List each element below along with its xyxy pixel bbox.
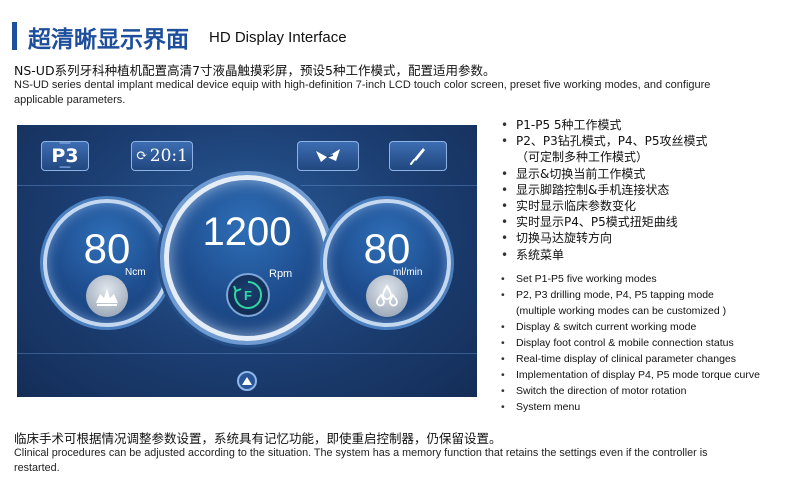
list-item: 实时显示临床参数变化 [500,198,708,214]
list-item: P1-P5 5种工作模式 [500,117,708,133]
list-item: （可定制多种工作模式） [516,150,649,165]
gear-ratio-button[interactable]: ⟳ 20:1 [131,141,193,171]
list-item: 显示脚踏控制&手机连接状态 [500,182,708,198]
list-item: (multiple working modes can be customize… [516,305,727,317]
page-title: 超清晰显示界面 [28,27,189,53]
list-item: Switch the direction of motor rotation [500,383,760,399]
list-item: Real-time display of clinical parameter … [500,351,760,367]
forward-rotation-icon[interactable]: F [226,273,270,317]
memory-note-cn: 临床手术可根据情况调整参数设置，系统具有记忆功能，即使重启控制器，仍保留设置。 [14,431,502,446]
memory-note-en: Clinical procedures can be adjusted acco… [14,447,708,474]
torque-value: 80 [83,225,131,272]
device-screen: ▔▔ P3 ▁▁ ⟳ 20:1 80 Ncm 1200 Rpm F 80 ml/… [17,125,477,397]
feature-list-en: Set P1-P5 five working modes P2, P3 dril… [500,271,760,415]
speed-value: 1200 [202,210,292,254]
page-subtitle: HD Display Interface [209,29,347,46]
gear-ratio-label: 20:1 [149,146,188,166]
foot-pedal-icon [316,149,340,162]
list-item: P2、P3钻孔模式，P4、P5攻丝模式 [500,133,708,149]
intro-text-en: NS-UD series dental implant medical devi… [14,79,711,106]
list-item: 显示&切换当前工作模式 [500,166,708,182]
intro-text-cn: NS-UD系列牙科种植机配置高清7寸液晶触摸彩屏，预设5种工作模式，配置适用参数… [14,63,496,78]
handpiece-button[interactable] [389,141,447,171]
torque-icon[interactable] [86,275,128,317]
mode-prev-indicator: ▔▔ [59,143,71,151]
list-item: Display foot control & mobile connection… [500,335,760,351]
handpiece-icon [410,148,425,165]
flow-value: 80 [363,225,411,272]
torque-unit: Ncm [125,267,146,278]
list-item: Implementation of display P4, P5 mode to… [500,367,760,383]
flow-dial[interactable]: 80 ml/min [323,199,451,327]
list-item: 切换马达旋转方向 [500,230,708,246]
title-accent-bar [12,22,17,50]
flow-unit: ml/min [393,267,423,278]
speed-unit: Rpm [269,268,293,280]
screen-decor-line [17,353,477,354]
list-item: 实时显示P4、P5模式扭矩曲线 [500,214,708,230]
mode-next-indicator: ▁▁ [59,160,71,168]
list-item: Set P1-P5 five working modes [500,271,760,287]
water-drops-icon[interactable] [366,275,408,317]
list-item: System menu [500,399,760,415]
list-item: 系统菜单 [500,247,708,263]
list-item: P2, P3 drilling mode, P4, P5 tapping mod… [500,287,760,303]
ratio-cycle-icon: ⟳ [136,148,148,164]
system-menu-button[interactable] [237,371,257,391]
rotation-direction-label: F [244,287,252,303]
feature-list-cn: P1-P5 5种工作模式 P2、P3钻孔模式，P4、P5攻丝模式 （可定制多种工… [500,117,708,263]
up-arrow-icon [242,377,252,385]
torque-dial[interactable]: 80 Ncm [43,199,171,327]
foot-control-button[interactable] [297,141,359,171]
speed-dial[interactable]: 1200 Rpm F [164,175,330,341]
list-item: Display & switch current working mode [500,319,760,335]
mode-button[interactable]: ▔▔ P3 ▁▁ [41,141,89,171]
